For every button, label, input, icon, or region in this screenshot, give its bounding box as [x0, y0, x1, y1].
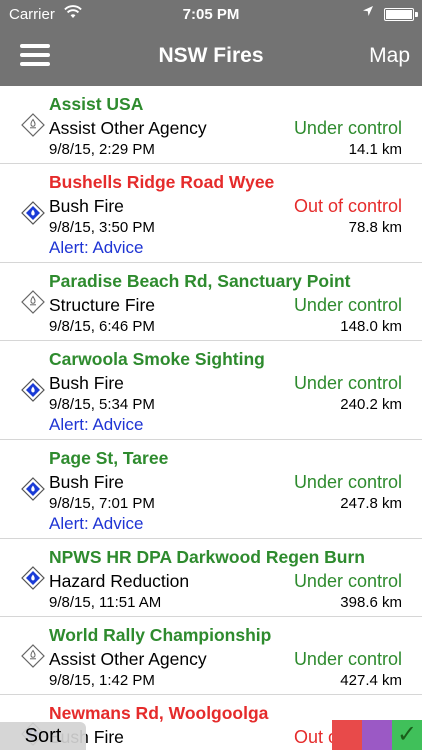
- incident-row[interactable]: World Rally Championship Assist Other Age…: [0, 617, 422, 695]
- check-icon: ✓: [396, 721, 418, 748]
- incident-title: Paradise Beach Rd, Sanctuary Point: [49, 271, 351, 291]
- incident-meta-line: 9/8/15, 3:50 PM 78.8 km: [49, 218, 402, 237]
- filter-under-control-button[interactable]: ✓: [392, 720, 422, 750]
- incident-status: Under control: [293, 571, 402, 591]
- incident-status: Under control: [293, 295, 402, 315]
- incident-status: Out of control: [293, 196, 402, 216]
- assist-icon: [21, 112, 45, 137]
- incident-datetime: 9/8/15, 2:29 PM: [49, 141, 155, 158]
- incident-distance: 78.8 km: [348, 219, 402, 236]
- incident-title: Bushells Ridge Road Wyee: [49, 172, 275, 192]
- bushfire-icon: [21, 378, 45, 402]
- incident-row[interactable]: Bushells Ridge Road Wyee Bush Fire Out of …: [0, 164, 422, 263]
- incident-distance: 240.2 km: [340, 396, 402, 413]
- incident-distance: 148.0 km: [340, 318, 402, 335]
- incident-type: Assist Other Agency: [49, 649, 207, 669]
- navigation-bar: NSW Fires Map: [0, 30, 422, 86]
- incident-type-line: Bush Fire Out of control: [49, 194, 402, 218]
- structure-fire-icon: [21, 289, 45, 314]
- incident-list[interactable]: Assist USA Assist Other Agency Under contr…: [0, 86, 422, 750]
- incident-type: Structure Fire: [49, 295, 155, 315]
- assist-icon: [21, 643, 45, 668]
- filter-out-of-control-button[interactable]: [332, 720, 362, 750]
- location-arrow-icon: [362, 5, 374, 20]
- incident-meta-line: 9/8/15, 7:01 PM 247.8 km: [49, 494, 402, 513]
- incident-distance: 427.4 km: [340, 672, 402, 689]
- incident-row[interactable]: Paradise Beach Rd, Sanctuary Point Struct…: [0, 263, 422, 341]
- incident-datetime: 9/8/15, 1:42 PM: [49, 672, 155, 689]
- incident-datetime: 9/8/15, 7:01 PM: [49, 495, 155, 512]
- incident-meta-line: 9/8/15, 11:51 AM 398.6 km: [49, 593, 402, 612]
- status-time: 7:05 PM: [182, 6, 240, 23]
- page-title: NSW Fires: [158, 44, 264, 67]
- incident-status: Under control: [293, 373, 402, 393]
- incident-row[interactable]: Carwoola Smoke Sighting Bush Fire Under co…: [0, 341, 422, 440]
- incident-datetime: 9/8/15, 6:46 PM: [49, 318, 155, 335]
- incident-type: Bush Fire: [49, 196, 124, 216]
- incident-type: Hazard Reduction: [49, 571, 190, 591]
- incident-type: Bush Fire: [49, 373, 124, 393]
- incident-title: World Rally Championship: [49, 625, 272, 645]
- incident-alert: Alert: Advice: [49, 238, 144, 257]
- incident-type: Bush Fire: [49, 472, 124, 492]
- incident-type: Assist Other Agency: [49, 118, 207, 138]
- header: Carrier 7:05 PM NSW Fires Map: [0, 0, 422, 86]
- incident-meta-line: 9/8/15, 5:34 PM 240.2 km: [49, 395, 402, 414]
- battery-icon: [384, 8, 418, 21]
- incident-type-line: Assist Other Agency Under control: [49, 647, 402, 671]
- incident-title: Carwoola Smoke Sighting: [49, 349, 265, 369]
- incident-meta-line: 9/8/15, 2:29 PM 14.1 km: [49, 140, 402, 159]
- incident-row[interactable]: Assist USA Assist Other Agency Under contr…: [0, 86, 422, 164]
- incident-type-line: Structure Fire Under control: [49, 293, 402, 317]
- incident-status: Under control: [293, 649, 402, 669]
- incident-type-line: Hazard Reduction Under control: [49, 569, 402, 593]
- incident-status: Under control: [293, 472, 402, 492]
- incident-datetime: 9/8/15, 3:50 PM: [49, 219, 155, 236]
- incident-title: Page St, Taree: [49, 448, 169, 468]
- incident-title: NPWS HR DPA Darkwood Regen Burn: [49, 547, 365, 567]
- incident-status: Under control: [293, 118, 402, 138]
- incident-row[interactable]: Page St, Taree Bush Fire Under control 9/8/…: [0, 440, 422, 539]
- incident-datetime: 9/8/15, 5:34 PM: [49, 396, 155, 413]
- hazard-reduction-icon: [21, 565, 45, 590]
- incident-alert: Alert: Advice: [49, 514, 144, 533]
- incident-distance: 398.6 km: [340, 594, 402, 611]
- sort-button[interactable]: Sort: [0, 722, 86, 750]
- incident-row[interactable]: NPWS HR DPA Darkwood Regen Burn Hazard Re…: [0, 539, 422, 617]
- map-button[interactable]: Map: [369, 44, 410, 68]
- incident-distance: 14.1 km: [348, 141, 402, 158]
- bushfire-icon: [21, 477, 45, 501]
- bushfire-icon: [21, 201, 45, 225]
- incident-distance: 247.8 km: [340, 495, 402, 512]
- incident-type-line: Bush Fire Under control: [49, 371, 402, 395]
- incident-meta-line: 9/8/15, 6:46 PM 148.0 km: [49, 317, 402, 336]
- filter-being-controlled-button[interactable]: [362, 720, 392, 750]
- incident-alert: Alert: Advice: [49, 415, 144, 434]
- status-bar: Carrier 7:05 PM: [0, 0, 422, 30]
- incident-type-line: Bush Fire Under control: [49, 470, 402, 494]
- incident-meta-line: 9/8/15, 1:42 PM 427.4 km: [49, 671, 402, 690]
- incident-datetime: 9/8/15, 11:51 AM: [49, 594, 162, 611]
- status-filter-group: ✓: [330, 720, 422, 750]
- incident-type-line: Assist Other Agency Under control: [49, 116, 402, 140]
- incident-title: Assist USA: [49, 94, 144, 114]
